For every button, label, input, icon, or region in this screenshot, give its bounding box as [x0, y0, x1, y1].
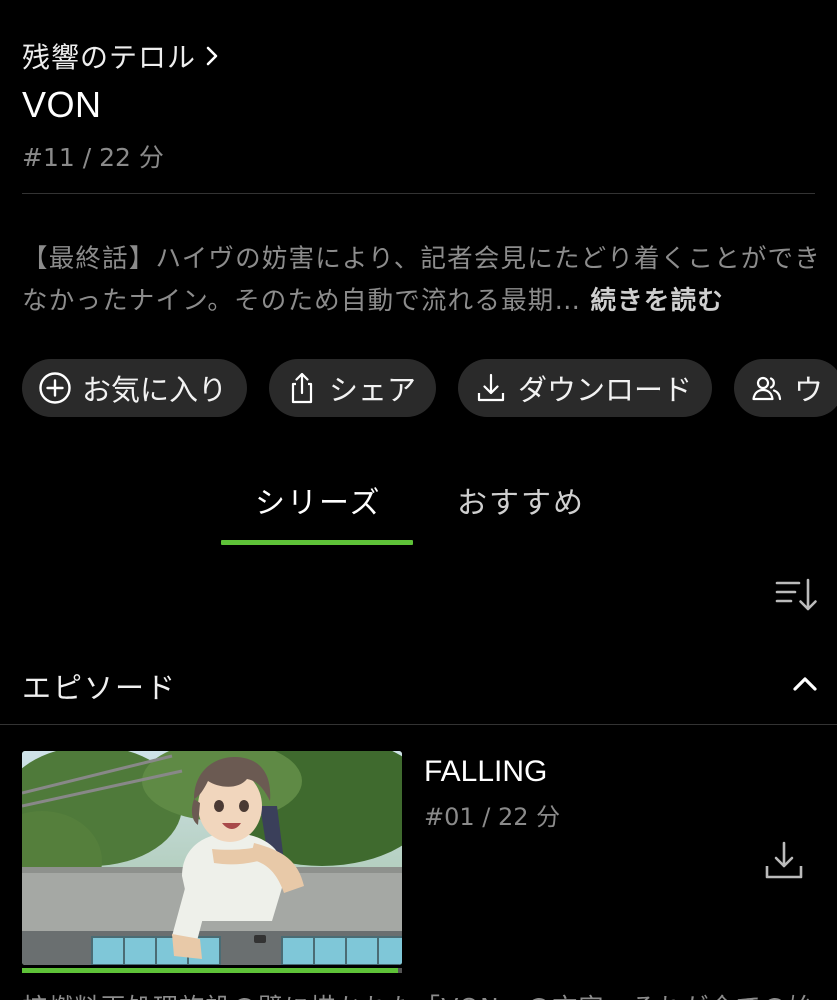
episode-download-button[interactable]	[764, 839, 804, 881]
read-more-link[interactable]: 続きを読む	[590, 286, 724, 316]
tab-bar: シリーズ おすすめ	[0, 478, 837, 548]
download-icon	[765, 841, 803, 879]
series-link[interactable]: 残響のテロル	[22, 36, 220, 76]
people-icon	[750, 371, 784, 405]
share-icon	[285, 371, 319, 405]
episode-row-title: FALLING	[424, 755, 548, 788]
favorite-button[interactable]: お気に入り	[22, 359, 248, 417]
watch-party-button[interactable]: ウ	[734, 359, 837, 417]
collapse-button[interactable]	[790, 670, 820, 696]
tab-recommended[interactable]: おすすめ	[457, 478, 585, 522]
tab-series[interactable]: シリーズ	[255, 478, 382, 522]
episode-row[interactable]: FALLING #01 / 22 分	[22, 751, 822, 981]
divider	[22, 193, 815, 194]
download-button[interactable]: ダウンロード	[458, 359, 713, 417]
share-button[interactable]: シェア	[269, 359, 437, 417]
sort-button[interactable]	[774, 575, 818, 615]
divider	[0, 724, 837, 725]
anime-boy-scene-image	[22, 751, 402, 965]
episode-thumbnail[interactable]	[22, 751, 402, 965]
episode-detail-page: 残響のテロル VON #11 / 22 分 【最終話】ハイヴの妨害により、記者会…	[0, 0, 837, 1000]
plus-circle-icon	[38, 371, 72, 405]
watch-party-label: ウ	[794, 373, 824, 407]
episode-row-description: 核燃料再処理施設の壁に描かれた「VON」の文字。それが全ての始	[22, 988, 814, 1000]
chevron-right-icon	[206, 46, 218, 66]
active-tab-indicator	[221, 540, 413, 545]
chevron-up-icon	[793, 677, 817, 691]
series-link-label: 残響のテロル	[22, 41, 197, 74]
share-label: シェア	[329, 373, 417, 407]
download-label: ダウンロード	[518, 373, 693, 407]
watch-progress-bar	[22, 968, 402, 973]
episode-row-meta: #01 / 22 分	[424, 803, 561, 831]
action-bar: お気に入り シェア ダウンロード ウ	[22, 359, 837, 417]
episodes-section-title: エピソード	[22, 671, 178, 705]
sort-descending-icon	[775, 578, 817, 611]
episode-meta: #11 / 22 分	[22, 143, 164, 172]
watch-progress-fill	[22, 968, 399, 973]
download-icon	[474, 371, 508, 405]
episode-title: VON	[22, 84, 102, 125]
synopsis: 【最終話】ハイヴの妨害により、記者会見にたどり着くことができなかったナイン。その…	[22, 238, 822, 322]
favorite-label: お気に入り	[82, 373, 228, 407]
